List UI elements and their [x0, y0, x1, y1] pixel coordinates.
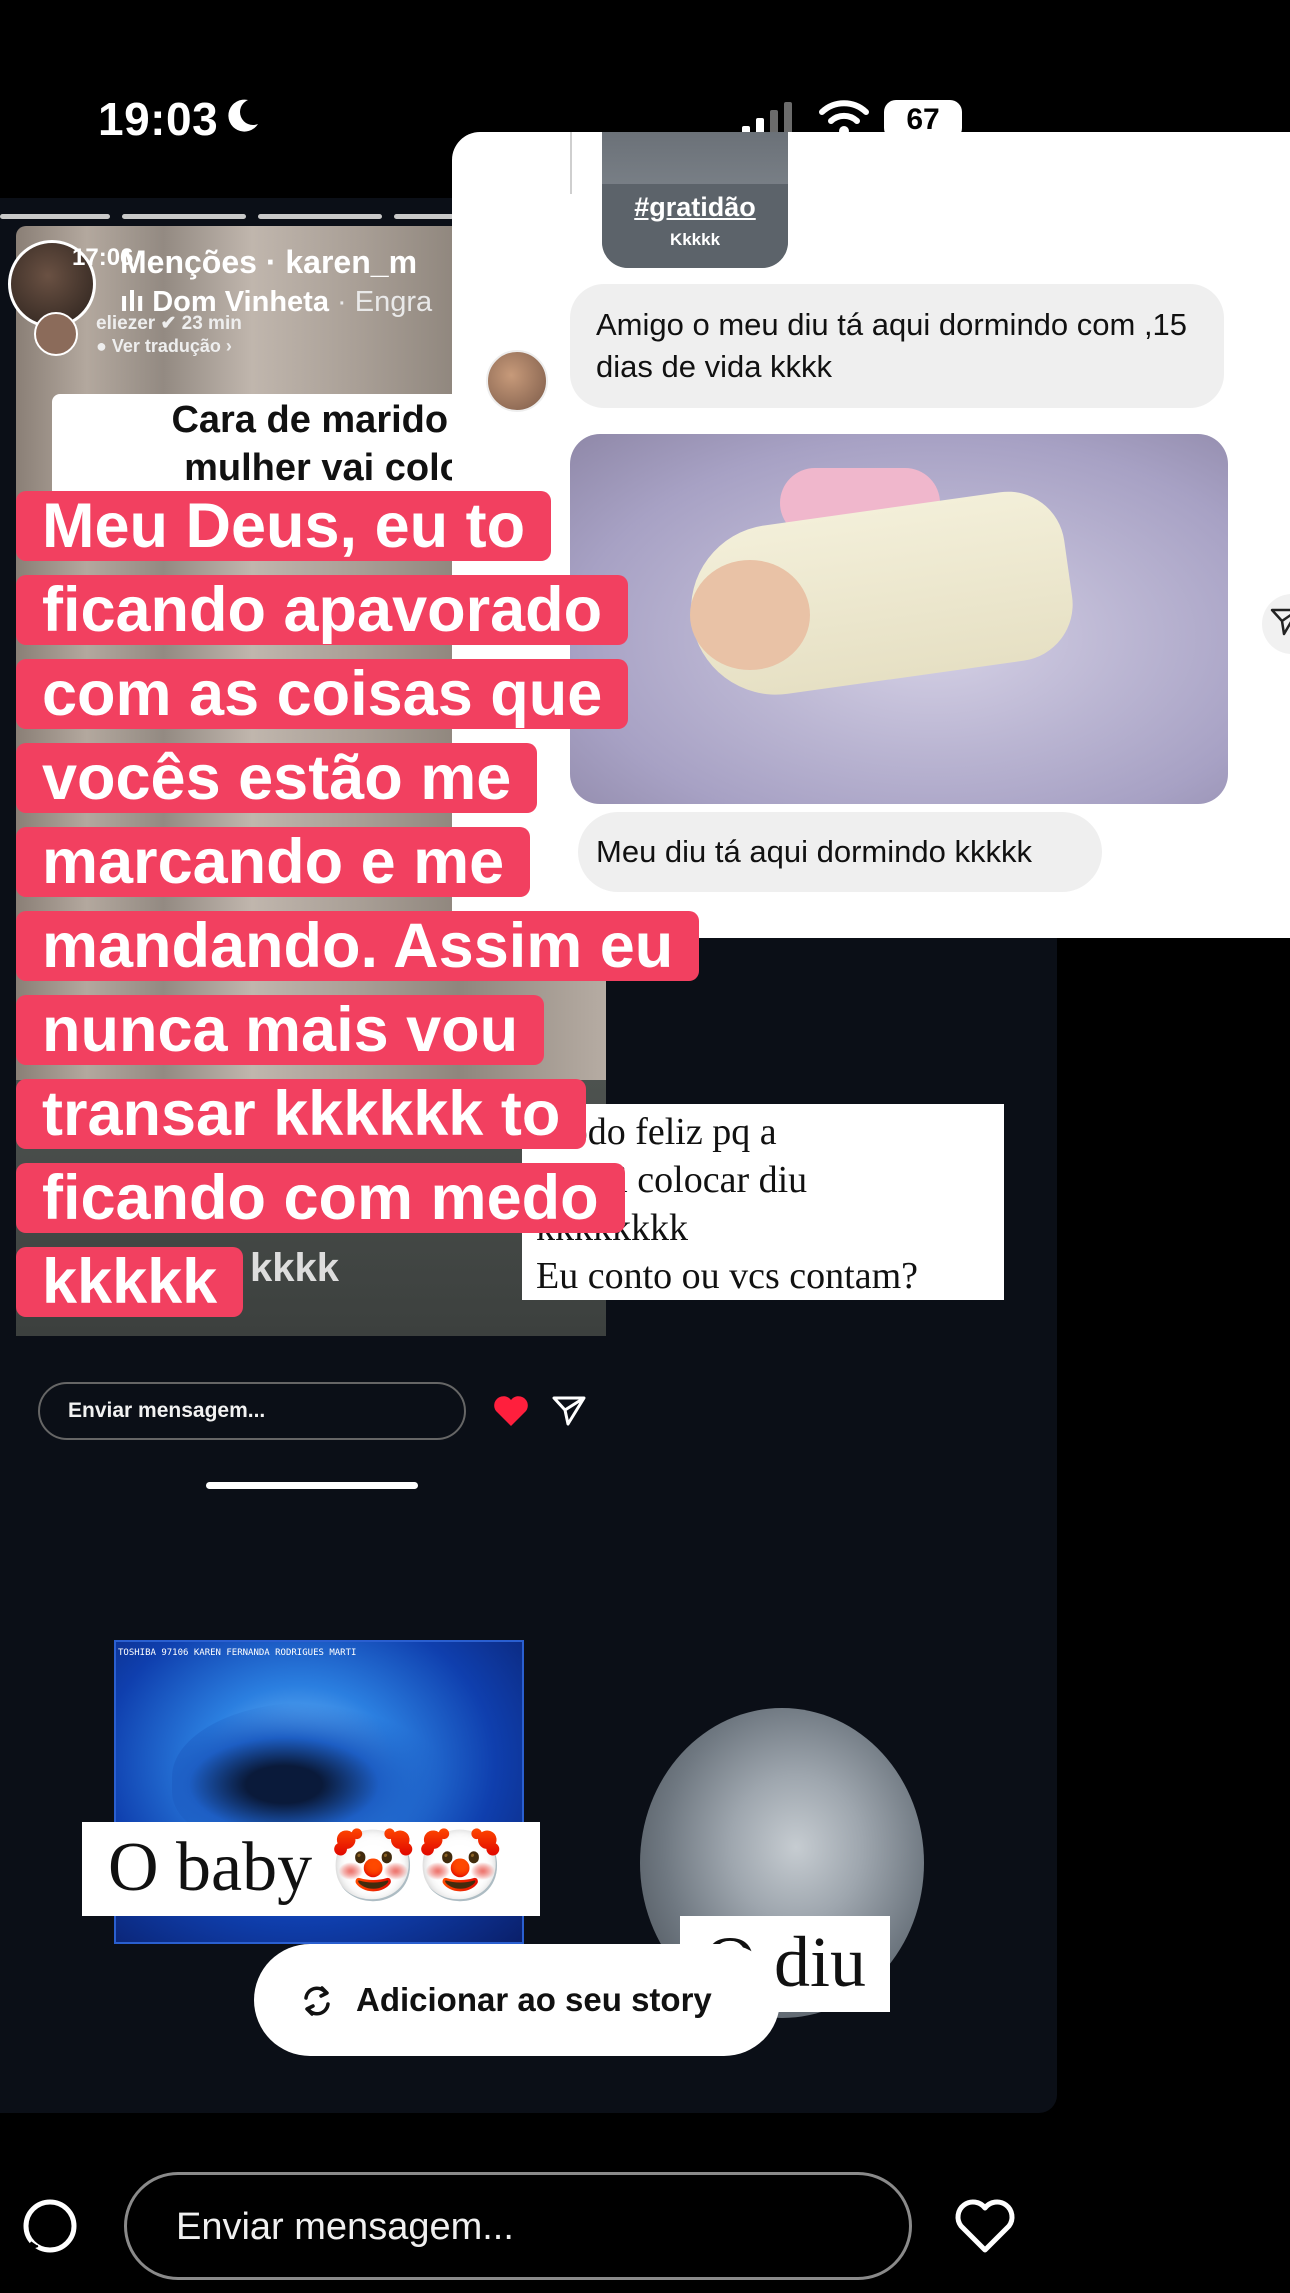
overlay-line: transar kkkkkk to — [16, 1072, 776, 1156]
overlay-line: marcando e me — [16, 820, 776, 904]
overlay-line: mandando. Assim eu — [16, 904, 776, 988]
verified-icon: ✔ — [160, 313, 177, 334]
overlay-line-text: kkkkk — [16, 1247, 244, 1317]
translate-link[interactable]: ● Ver tradução › — [96, 336, 232, 357]
overlay-line: nunca mais vou — [16, 988, 776, 1072]
overlay-line: ficando com medo — [16, 1156, 776, 1240]
overlay-line-text: ficando apavorado — [16, 575, 629, 645]
repost-icon — [304, 1986, 330, 2016]
sticker-hashtag: #gratidão — [634, 192, 756, 222]
home-indicator — [206, 1482, 418, 1489]
camera-icon[interactable] — [22, 2198, 78, 2254]
overlay-line: kkkkk — [16, 1240, 776, 1324]
reply-thread-line — [570, 132, 572, 194]
overlay-line-text: Meu Deus, eu to — [16, 491, 552, 561]
mention-title[interactable]: Menções · karen_m — [120, 244, 417, 281]
story-progress-segment — [394, 214, 454, 219]
message-input-placeholder: Enviar mensagem... — [176, 2206, 514, 2248]
story-progress-segment — [0, 214, 110, 219]
ultrasound-header: TOSHIBA 97106 KAREN FERNANDA RODRIGUES M… — [118, 1648, 357, 1658]
globe-icon: ● — [96, 336, 112, 356]
send-icon — [1270, 608, 1290, 636]
status-time: 19:03 — [98, 93, 219, 145]
send-icon[interactable] — [552, 1396, 586, 1426]
dm-sender-avatar — [486, 350, 548, 412]
moon-icon — [228, 99, 258, 132]
baby-label: O baby 🤡🤡 — [82, 1822, 540, 1916]
sub-user-time: 23 min — [181, 313, 242, 334]
heart-filled-icon[interactable] — [492, 1394, 530, 1428]
story-progress-segment — [122, 214, 246, 219]
overlay-line-text: mandando. Assim eu — [16, 911, 700, 981]
add-to-story-label: Adicionar ao seu story — [356, 1981, 712, 2018]
music-suffix: · Engra — [337, 286, 433, 318]
overlay-text: Meu Deus, eu to ficando apavorado com as… — [16, 484, 776, 1324]
message-text: Amigo o meu diu tá aqui dormindo com ,15… — [596, 307, 1188, 384]
chevron-right-icon: › — [220, 336, 232, 356]
overlay-line: Meu Deus, eu to — [16, 484, 776, 568]
overlay-line-text: transar kkkkkk to — [16, 1079, 587, 1149]
overlay-line: ficando apavorado — [16, 568, 776, 652]
overlay-line-text: marcando e me — [16, 827, 531, 897]
sticker-sub: Kkkkk — [669, 230, 721, 249]
overlay-line-text: vocês estão me — [16, 743, 538, 813]
overlay-line-text: com as coisas que — [16, 659, 629, 729]
overlay-line-text: nunca mais vou — [16, 995, 545, 1065]
sub-username: eliezer — [96, 313, 156, 334]
overlay-line-text: ficando com medo — [16, 1163, 625, 1233]
translate-label: Ver tradução — [111, 336, 221, 356]
heart-icon[interactable] — [954, 2198, 1016, 2254]
overlay-line: com as coisas que — [16, 652, 776, 736]
sub-user-line: eliezer ✔ 23 min — [96, 312, 242, 335]
story-progress-segment — [258, 214, 382, 219]
avatar-small — [34, 312, 78, 356]
overlay-line: vocês estão me — [16, 736, 776, 820]
story-reply-placeholder: Enviar mensagem... — [68, 1399, 266, 1422]
